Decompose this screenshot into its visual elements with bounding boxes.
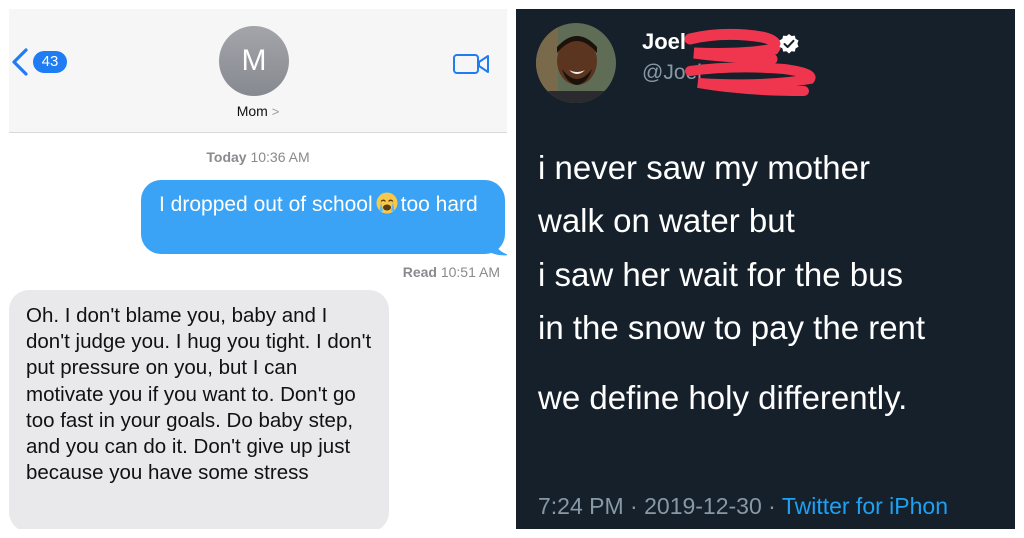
tweet-time[interactable]: 7:24 PM — [538, 493, 624, 519]
profile-photo-icon — [536, 23, 616, 103]
timestamp-time: 10:36 AM — [250, 149, 310, 165]
meta-separator: · — [630, 493, 638, 519]
meta-separator-2: · — [768, 493, 776, 519]
sent-message-bubble[interactable]: I dropped out of school too hard — [141, 180, 505, 254]
chevron-right-icon: > — [271, 104, 280, 119]
timestamp-day: Today — [206, 149, 247, 165]
sent-text-part1: I dropped out of school — [159, 193, 373, 216]
tweet-line-3: i saw her wait for the bus — [538, 256, 903, 293]
tweet-metadata: 7:24 PM · 2019-12-30 · Twitter for iPhon — [538, 493, 948, 520]
unread-count-badge: 43 — [33, 51, 67, 73]
received-message-bubble[interactable]: Oh. I don't blame you, baby and I don't … — [9, 290, 389, 529]
chevron-left-icon — [12, 48, 28, 76]
tweet-date[interactable]: 2019-12-30 — [644, 493, 762, 519]
conversation-header: 43 M Mom > — [9, 9, 507, 133]
contact-avatar[interactable]: M — [219, 26, 289, 96]
tweet-panel: Joel @Joel i never saw my mother walk on… — [516, 9, 1015, 529]
read-time: 10:51 AM — [440, 264, 500, 280]
read-label: Read — [402, 264, 437, 280]
tweet-line-5: we define holy differently. — [538, 379, 908, 416]
tweet-source-link[interactable]: Twitter for iPhon — [782, 493, 948, 519]
read-receipt: Read 10:51 AM — [403, 264, 500, 280]
received-text: Oh. I don't blame you, baby and I don't … — [26, 304, 372, 485]
crying-face-emoji-icon — [376, 192, 398, 214]
display-name[interactable]: Joel — [642, 29, 686, 55]
message-timestamp: Today 10:36 AM — [9, 149, 507, 165]
redaction-scribble — [684, 28, 816, 96]
profile-avatar[interactable] — [536, 23, 616, 103]
sent-bubble-tail — [485, 237, 507, 256]
video-call-icon[interactable] — [452, 51, 492, 77]
verified-badge-icon — [779, 34, 799, 54]
tweet-line-4: in the snow to pay the rent — [538, 309, 926, 346]
tweet-line-2: walk on water but — [538, 202, 795, 239]
contact-name: Mom — [236, 103, 268, 119]
tweet-line-1: i never saw my mother — [538, 149, 870, 186]
contact-name-button[interactable]: Mom > — [9, 103, 507, 119]
back-button[interactable]: 43 — [9, 47, 67, 77]
sent-text-part2: too hard — [400, 193, 478, 216]
imessage-panel: 43 M Mom > Today 10:36 AM I dropped out … — [9, 9, 507, 529]
